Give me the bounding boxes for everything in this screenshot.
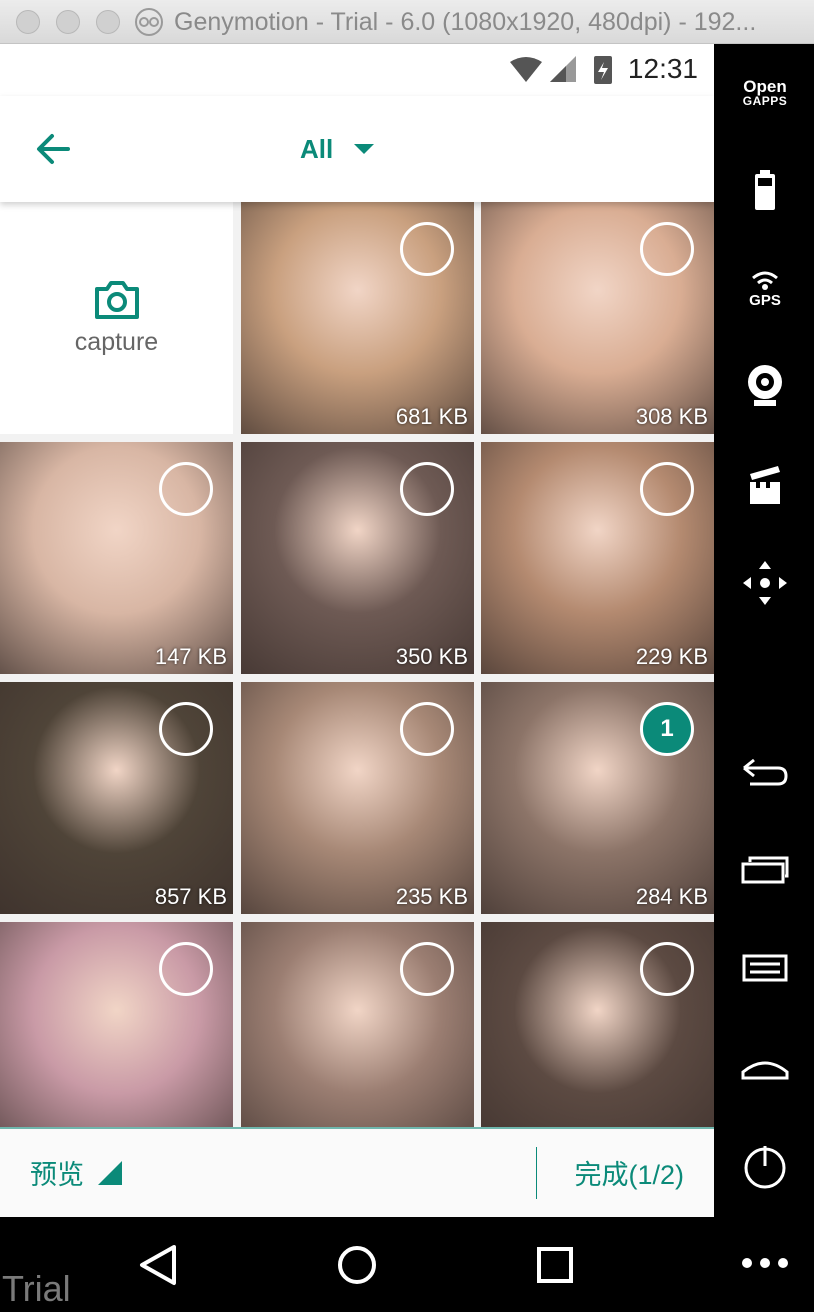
android-screen: 12:31 All capture 681 KB 308 KB 147 KB 350 … bbox=[0, 44, 714, 1217]
photo-size-label: 308 KB bbox=[635, 404, 708, 429]
bottom-bar: 预览 完成(1/2) bbox=[0, 1127, 714, 1217]
preview-button[interactable]: 预览 bbox=[30, 1153, 122, 1192]
wifi-icon bbox=[510, 57, 542, 82]
capture-widget-icon[interactable] bbox=[740, 460, 790, 510]
nav-home-icon[interactable] bbox=[333, 1241, 381, 1289]
minimize-window-button[interactable] bbox=[56, 10, 80, 34]
photo-size-label: 681 KB bbox=[395, 404, 468, 429]
menu-widget-icon[interactable] bbox=[740, 944, 790, 994]
recents-widget-icon[interactable] bbox=[740, 848, 790, 898]
status-icons bbox=[510, 56, 612, 84]
photo-size-label: 857 KB bbox=[154, 884, 227, 909]
select-circle[interactable] bbox=[159, 702, 213, 756]
nav-recents-icon[interactable] bbox=[531, 1241, 579, 1289]
genymotion-side-panel: Open GAPPS GPS bbox=[714, 44, 814, 1312]
select-circle[interactable] bbox=[640, 222, 694, 276]
photo-size-label: 235 KB bbox=[395, 884, 468, 909]
photo-tile[interactable]: 147 KB bbox=[0, 442, 233, 674]
gps-label: GPS bbox=[749, 292, 781, 309]
genymotion-app-icon bbox=[135, 8, 163, 36]
android-nav-bar bbox=[0, 1217, 714, 1312]
preview-expand-icon bbox=[98, 1160, 122, 1185]
more-widget-icon[interactable] bbox=[740, 1238, 790, 1288]
opengapps-line1: Open bbox=[743, 77, 787, 96]
photo-tile[interactable] bbox=[241, 922, 474, 1154]
status-bar: 12:31 bbox=[0, 44, 714, 96]
album-label: All bbox=[300, 133, 334, 164]
close-window-button[interactable] bbox=[16, 10, 40, 34]
dropdown-triangle-icon bbox=[354, 144, 375, 154]
photo-tile[interactable]: 1 284 KB bbox=[481, 682, 714, 914]
photo-size-label: 284 KB bbox=[635, 884, 708, 909]
app-bar: All bbox=[0, 96, 714, 202]
select-circle[interactable] bbox=[400, 942, 454, 996]
photo-size-label: 147 KB bbox=[154, 644, 227, 669]
opengapps-line2: GAPPS bbox=[742, 94, 788, 108]
select-circle[interactable] bbox=[159, 462, 213, 516]
nav-back-icon[interactable] bbox=[134, 1241, 182, 1289]
window-titlebar: Genymotion - Trial - 6.0 (1080x1920, 480… bbox=[0, 0, 814, 44]
photo-tile[interactable]: 681 KB bbox=[241, 202, 474, 434]
status-time: 12:31 bbox=[627, 53, 698, 84]
capture-tile[interactable]: capture bbox=[0, 202, 233, 434]
photo-tile[interactable]: 235 KB bbox=[241, 682, 474, 914]
select-circle[interactable] bbox=[400, 462, 454, 516]
power-widget-icon[interactable] bbox=[740, 1142, 790, 1192]
select-circle[interactable] bbox=[400, 702, 454, 756]
battery-widget-icon[interactable] bbox=[740, 166, 790, 216]
camera-icon bbox=[94, 280, 139, 319]
photo-tile[interactable] bbox=[481, 922, 714, 1154]
home-widget-icon[interactable] bbox=[740, 1044, 790, 1094]
select-circle[interactable] bbox=[640, 942, 694, 996]
gps-signal-icon bbox=[752, 271, 778, 290]
preview-label: 预览 bbox=[30, 1160, 84, 1190]
gps-widget-button[interactable]: GPS bbox=[740, 266, 790, 316]
webcam-widget-icon[interactable] bbox=[740, 360, 790, 410]
photo-tile[interactable]: 229 KB bbox=[481, 442, 714, 674]
trial-watermark: Trial bbox=[2, 1268, 71, 1309]
done-button[interactable]: 完成(1/2) bbox=[574, 1153, 684, 1192]
photo-tile[interactable]: 350 KB bbox=[241, 442, 474, 674]
dpad-widget-icon[interactable] bbox=[740, 558, 790, 608]
window-title: Genymotion - Trial - 6.0 (1080x1920, 480… bbox=[174, 8, 757, 36]
capture-label: capture bbox=[74, 327, 159, 356]
back-widget-icon[interactable] bbox=[740, 748, 790, 798]
selected-check-badge[interactable]: 1 bbox=[640, 702, 694, 756]
select-circle[interactable] bbox=[159, 942, 213, 996]
select-circle[interactable] bbox=[640, 462, 694, 516]
select-circle[interactable] bbox=[400, 222, 454, 276]
opengapps-button[interactable]: Open GAPPS bbox=[732, 78, 798, 107]
photo-size-label: 229 KB bbox=[635, 644, 708, 669]
photo-tile[interactable]: 857 KB bbox=[0, 682, 233, 914]
album-dropdown[interactable]: All bbox=[300, 126, 375, 172]
zoom-window-button[interactable] bbox=[96, 10, 120, 34]
bottom-bar-divider bbox=[536, 1147, 537, 1199]
photo-size-label: 350 KB bbox=[395, 644, 468, 669]
back-arrow-icon[interactable] bbox=[30, 126, 76, 172]
photo-tile[interactable] bbox=[0, 922, 233, 1154]
photo-tile[interactable]: 308 KB bbox=[481, 202, 714, 434]
